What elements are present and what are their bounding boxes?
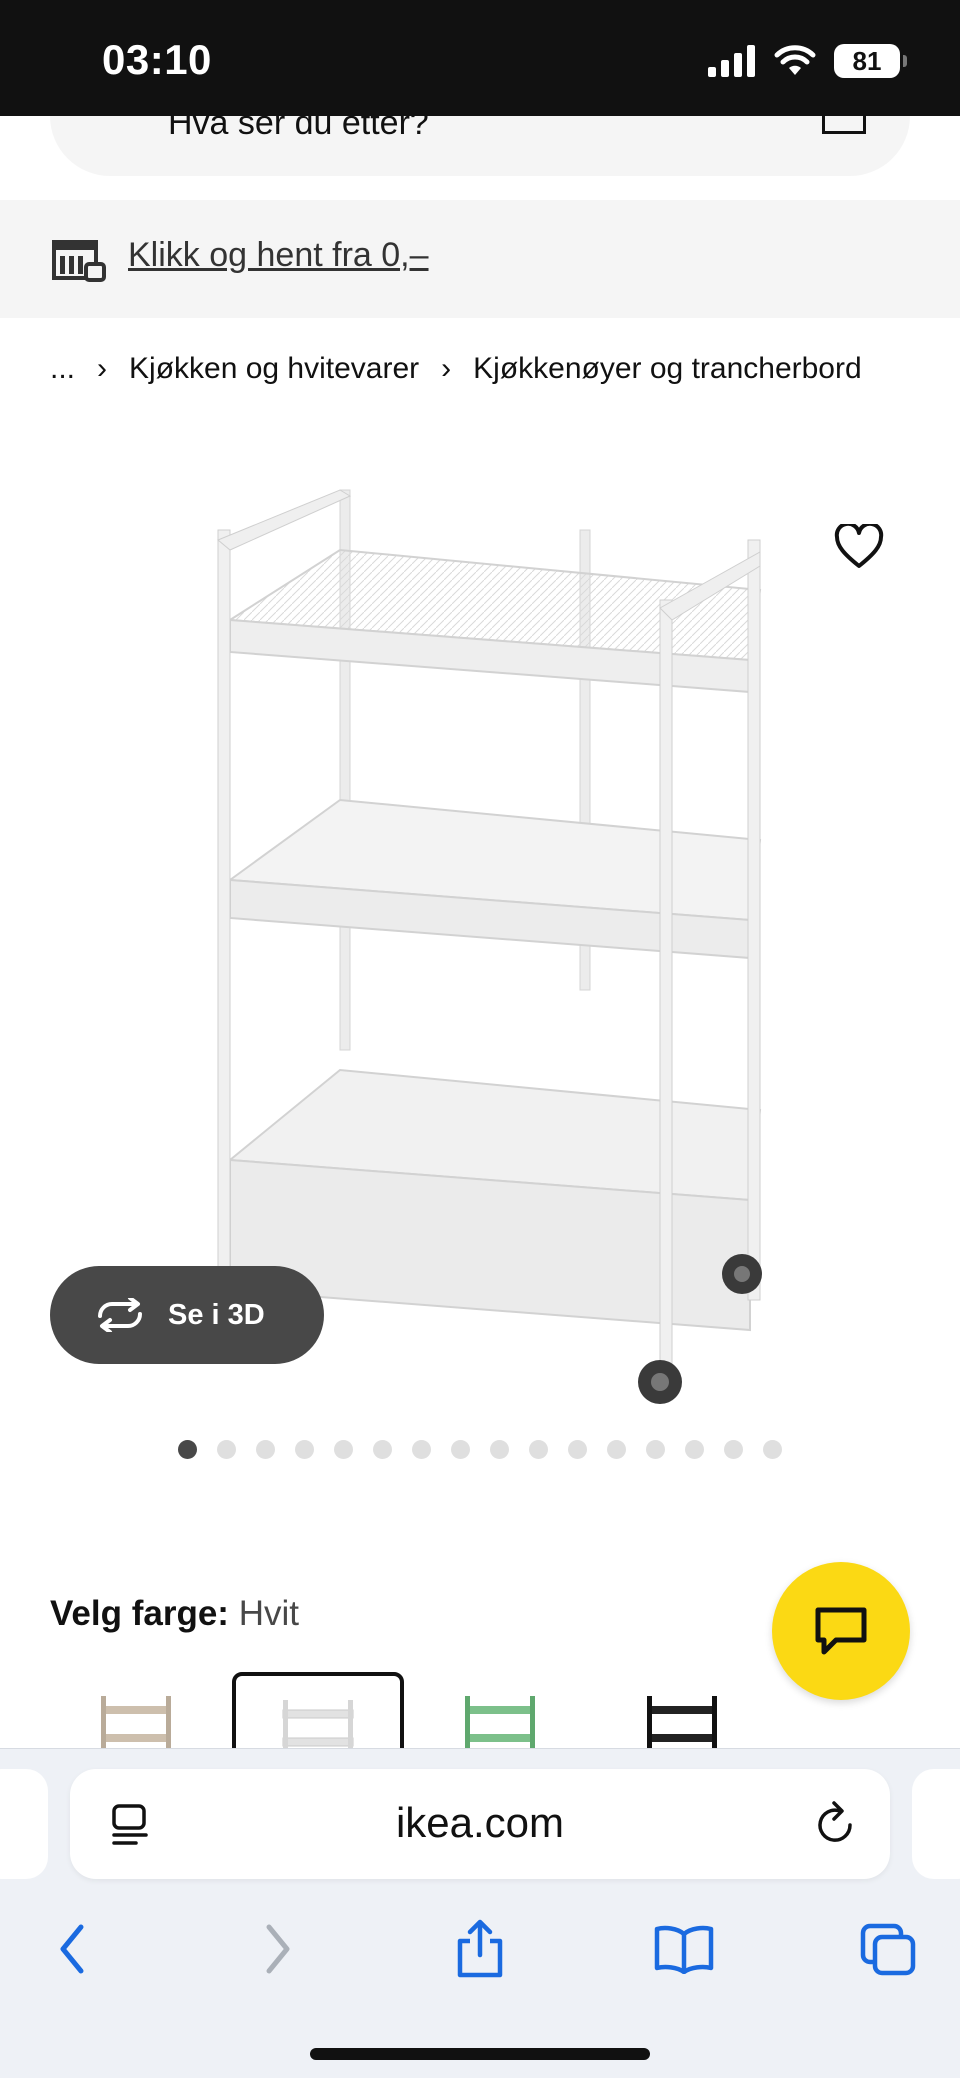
address-bar[interactable]: ikea.com [70,1769,890,1879]
image-carousel-dots [0,1440,960,1459]
color-swatch-black[interactable] [596,1672,768,1750]
trolley-thumbnail [465,1696,535,1750]
status-bar: 03:10 81 [0,0,960,116]
tabs-icon [860,1923,916,1976]
carousel-dot[interactable] [178,1440,197,1459]
home-indicator[interactable] [310,2048,650,2060]
cellular-signal-icon [708,45,755,77]
store-icon [52,240,106,282]
carousel-dot[interactable] [412,1440,431,1459]
tabs-button[interactable] [848,1909,928,1989]
back-button[interactable] [32,1909,112,1989]
wifi-icon [774,45,816,75]
browser-chrome: ikea.com [0,1748,960,2078]
rotate-3d-icon [98,1298,142,1332]
reload-icon[interactable] [814,1799,858,1847]
camera-search-icon[interactable] [822,116,866,134]
chevron-right-icon: › [97,352,108,385]
status-time: 03:10 [102,36,212,83]
chevron-left-icon [60,1924,84,1974]
status-icons: 81 [708,44,907,78]
carousel-dot[interactable] [256,1440,275,1459]
share-icon [457,1919,503,1978]
chat-bubble-icon [815,1607,867,1655]
carousel-dot[interactable] [724,1440,743,1459]
carousel-dot[interactable] [334,1440,353,1459]
carousel-dot[interactable] [451,1440,470,1459]
share-button[interactable] [440,1909,520,1989]
breadcrumb-item-kitchen-islands[interactable]: Kjøkkenøyer og trancherbord [473,352,862,386]
view-3d-label: Se i 3D [168,1298,265,1331]
search-placeholder: Hva ser du etter? [168,116,429,142]
color-swatch-green[interactable] [414,1672,586,1750]
click-collect-link[interactable]: Klikk og hent fra 0,– [128,236,429,275]
color-swatch-beige[interactable] [50,1672,222,1750]
carousel-dot[interactable] [763,1440,782,1459]
color-picker-label: Velg farge: Hvit [50,1594,299,1634]
book-icon [654,1925,714,1974]
url-text: ikea.com [395,1799,565,1846]
click-collect-banner: Klikk og hent fra 0,– [0,200,960,318]
battery-indicator: 81 [834,44,907,78]
chat-button[interactable] [772,1562,910,1700]
trolley-thumbnail [647,1696,717,1750]
breadcrumb-item-kitchen[interactable]: Kjøkken og hvitevarer [129,352,419,386]
breadcrumb: ... › Kjøkken og hvitevarer › Kjøkkenøye… [50,352,862,386]
trolley-thumbnail [101,1696,171,1750]
product-gallery[interactable]: Se i 3D [0,440,960,1404]
chevron-right-icon: › [441,352,452,385]
carousel-dot[interactable] [529,1440,548,1459]
carousel-dot[interactable] [373,1440,392,1459]
breadcrumb-ellipsis[interactable]: ... [50,352,75,386]
carousel-dot[interactable] [490,1440,509,1459]
previous-tab-preview[interactable] [0,1769,48,1879]
view-3d-button[interactable]: Se i 3D [50,1266,324,1364]
carousel-dot[interactable] [685,1440,704,1459]
heart-icon[interactable] [834,524,884,570]
color-picker-value: Hvit [238,1594,299,1633]
search-input[interactable]: Hva ser du etter? [50,116,910,176]
chevron-right-icon [266,1924,290,1974]
color-picker-title: Velg farge: [50,1594,229,1633]
next-tab-preview[interactable] [912,1769,960,1879]
bookmarks-button[interactable] [644,1909,724,1989]
carousel-dot[interactable] [295,1440,314,1459]
carousel-dot[interactable] [568,1440,587,1459]
carousel-dot[interactable] [646,1440,665,1459]
browser-toolbar [0,1899,960,1999]
trolley-thumbnail [282,1700,354,1750]
carousel-dot[interactable] [607,1440,626,1459]
forward-button[interactable] [238,1909,318,1989]
search-section: Hva ser du etter? [0,116,960,200]
color-swatch-white[interactable] [232,1672,404,1750]
carousel-dot[interactable] [217,1440,236,1459]
